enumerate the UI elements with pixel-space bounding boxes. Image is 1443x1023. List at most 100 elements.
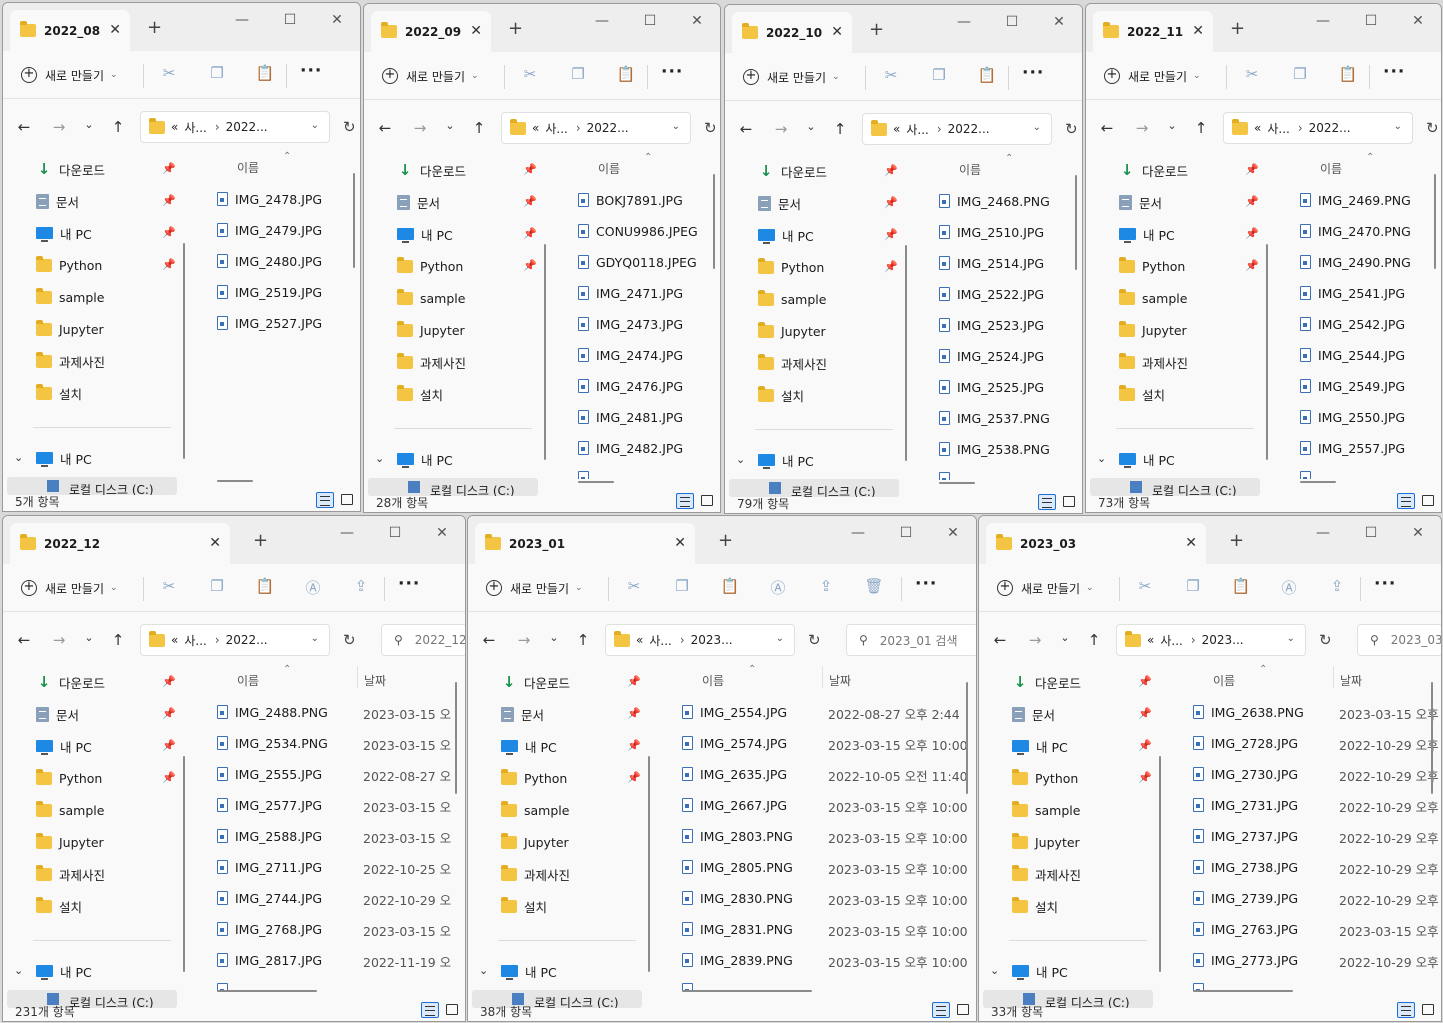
sidebar-item-sample[interactable]: sample <box>758 288 826 310</box>
sidebar-item-this-pc[interactable]: 내 PC <box>36 960 92 982</box>
file-row[interactable]: IMG_2480.JPG <box>217 251 322 271</box>
file-row[interactable]: GDYQ0118.JPEG <box>578 252 697 272</box>
column-header-name[interactable]: 이름 <box>1320 160 1342 177</box>
address-bar[interactable]: « 사... › 2022... ⌄ <box>140 624 330 656</box>
pin-icon[interactable]: 📌 <box>523 259 537 272</box>
pin-icon[interactable]: 📌 <box>627 739 641 752</box>
address-bar[interactable]: « 사... › 2022... ⌄ <box>140 111 330 143</box>
file-row[interactable]: IMG_2773.JPG <box>1193 950 1298 970</box>
refresh-icon[interactable]: ↻ <box>343 118 356 136</box>
file-row[interactable]: IMG_2728.JPG <box>1193 733 1298 753</box>
sidebar-scrollbar[interactable] <box>183 243 185 459</box>
more-options-icon[interactable]: ··· <box>1022 63 1044 83</box>
file-row[interactable]: IMG_2805.PNG <box>682 857 793 877</box>
new-tab-icon[interactable]: + <box>869 19 884 40</box>
copy-icon[interactable]: ❐ <box>206 577 228 595</box>
address-bar[interactable]: « 사... › 2023... ⌄ <box>1116 624 1306 656</box>
sidebar-item-downloads[interactable]: ↓ 다운로드 <box>397 159 466 181</box>
file-row[interactable]: IMG_2522.JPG <box>939 284 1044 304</box>
file-list-vertical-scrollbar[interactable] <box>1431 682 1433 794</box>
sidebar-item-this-pc[interactable]: 내 PC <box>1119 223 1175 245</box>
breadcrumb-current[interactable]: 2023... <box>1202 633 1244 647</box>
sidebar-item-this-pc[interactable]: 내 PC <box>1119 448 1175 470</box>
details-view-icon[interactable] <box>676 493 694 509</box>
close-tab-icon[interactable]: ✕ <box>470 23 482 39</box>
collapse-chevron-icon[interactable]: ⌄ <box>736 453 745 466</box>
copy-icon[interactable]: ❐ <box>567 65 589 83</box>
refresh-icon[interactable]: ↻ <box>1065 120 1078 138</box>
file-row[interactable]: IMG_2839.PNG <box>682 950 793 970</box>
file-list-horizontal-scrollbar[interactable] <box>939 482 975 484</box>
details-view-icon[interactable] <box>1038 494 1056 510</box>
search-box[interactable]: ⚲ 2023_01 검색 <box>846 624 976 656</box>
sidebar-item-documents[interactable]: 문서 <box>501 703 544 725</box>
forward-arrow-icon[interactable]: → <box>50 118 68 136</box>
details-view-icon[interactable] <box>1397 1002 1415 1018</box>
file-row[interactable]: IMG_2470.PNG <box>1300 221 1411 241</box>
sidebar-item-documents[interactable]: 문서 <box>36 190 79 212</box>
close-window-icon[interactable]: ✕ <box>1049 14 1069 30</box>
back-arrow-icon[interactable]: ← <box>1098 119 1116 137</box>
sidebar-item-downloads[interactable]: ↓ 다운로드 <box>758 160 827 182</box>
file-list-horizontal-scrollbar[interactable] <box>217 480 253 482</box>
close-window-icon[interactable]: ✕ <box>1408 13 1428 29</box>
sidebar-item-assignment-photos[interactable]: 과제사진 <box>397 351 466 373</box>
sidebar-item-install[interactable]: 설치 <box>36 382 82 404</box>
more-options-icon[interactable]: ··· <box>300 61 322 81</box>
refresh-icon[interactable]: ↻ <box>1319 631 1332 649</box>
breadcrumb-current[interactable]: 2022... <box>587 121 629 135</box>
sidebar-item-jupyter[interactable]: Jupyter <box>1012 831 1080 853</box>
column-header-name[interactable]: 이름 <box>1213 672 1235 689</box>
sidebar-item-python[interactable]: Python <box>1119 255 1185 277</box>
large-icons-view-icon[interactable] <box>1422 1004 1434 1015</box>
cut-icon[interactable]: ✂ <box>158 64 180 82</box>
address-dropdown-icon[interactable]: ⌄ <box>311 120 319 131</box>
cut-icon[interactable]: ✂ <box>519 65 541 83</box>
search-box[interactable]: ⚲ 2022_12 <box>381 624 465 656</box>
file-list-vertical-scrollbar[interactable] <box>966 682 968 794</box>
search-box[interactable]: ⚲ 2023_03 <box>1357 624 1441 656</box>
cut-icon[interactable]: ✂ <box>1134 577 1156 595</box>
file-row[interactable]: BOKJ7891.JPG <box>578 190 683 210</box>
file-row[interactable]: IMG_2474.JPG <box>578 345 683 365</box>
sidebar-item-this-pc[interactable]: 내 PC <box>397 223 453 245</box>
rename-icon[interactable]: Ⓐ <box>767 577 789 598</box>
sidebar-item-python[interactable]: Python <box>397 255 463 277</box>
sidebar-item-jupyter[interactable]: Jupyter <box>758 320 826 342</box>
new-tab-icon[interactable]: + <box>147 17 162 38</box>
file-row[interactable]: IMG_2479.JPG <box>217 220 322 240</box>
minimize-icon[interactable]: — <box>337 525 357 541</box>
sidebar-item-documents[interactable]: 문서 <box>758 192 801 214</box>
large-icons-view-icon[interactable] <box>341 494 353 505</box>
share-icon[interactable]: ⇪ <box>350 577 372 595</box>
column-header-name[interactable]: 이름 <box>237 159 259 176</box>
file-list-horizontal-scrollbar[interactable] <box>682 990 812 992</box>
back-arrow-icon[interactable]: ← <box>15 118 33 136</box>
pin-icon[interactable]: 📌 <box>162 258 176 271</box>
file-row[interactable]: IMG_2476.JPG <box>578 376 683 396</box>
pin-icon[interactable]: 📌 <box>162 707 176 720</box>
file-row[interactable]: IMG_2744.JPG <box>217 888 322 908</box>
sidebar-item-jupyter[interactable]: Jupyter <box>501 831 569 853</box>
file-row[interactable]: IMG_2667.JPG <box>682 795 787 815</box>
sidebar-scrollbar[interactable] <box>544 244 546 460</box>
address-dropdown-icon[interactable]: ⌄ <box>776 633 784 644</box>
new-button[interactable]: + 새로 만들기 ⌄ <box>486 576 583 600</box>
file-row[interactable]: IMG_2537.PNG <box>939 408 1050 428</box>
file-row[interactable]: IMG_2635.JPG <box>682 764 787 784</box>
close-window-icon[interactable]: ✕ <box>432 525 452 541</box>
pin-icon[interactable]: 📌 <box>1138 675 1152 688</box>
sidebar-item-python[interactable]: Python <box>36 767 102 789</box>
forward-arrow-icon[interactable]: → <box>1026 631 1044 649</box>
folder-tab[interactable]: 2022_08 ✕ <box>10 10 130 51</box>
breadcrumb-current[interactable]: 2022... <box>1309 121 1351 135</box>
sidebar-item-jupyter[interactable]: Jupyter <box>397 319 465 341</box>
file-row[interactable]: IMG_2538.PNG <box>939 439 1050 459</box>
more-options-icon[interactable]: ··· <box>661 62 683 82</box>
collapse-chevron-icon[interactable]: ⌄ <box>990 964 999 977</box>
folder-tab[interactable]: 2023_03 ✕ <box>986 523 1206 564</box>
breadcrumb-parent[interactable]: 사... <box>1267 120 1289 137</box>
sidebar-item-this-pc[interactable]: 내 PC <box>501 735 557 757</box>
file-row[interactable]: CONU9986.JPEG <box>578 221 698 241</box>
cut-icon[interactable]: ✂ <box>158 577 180 595</box>
